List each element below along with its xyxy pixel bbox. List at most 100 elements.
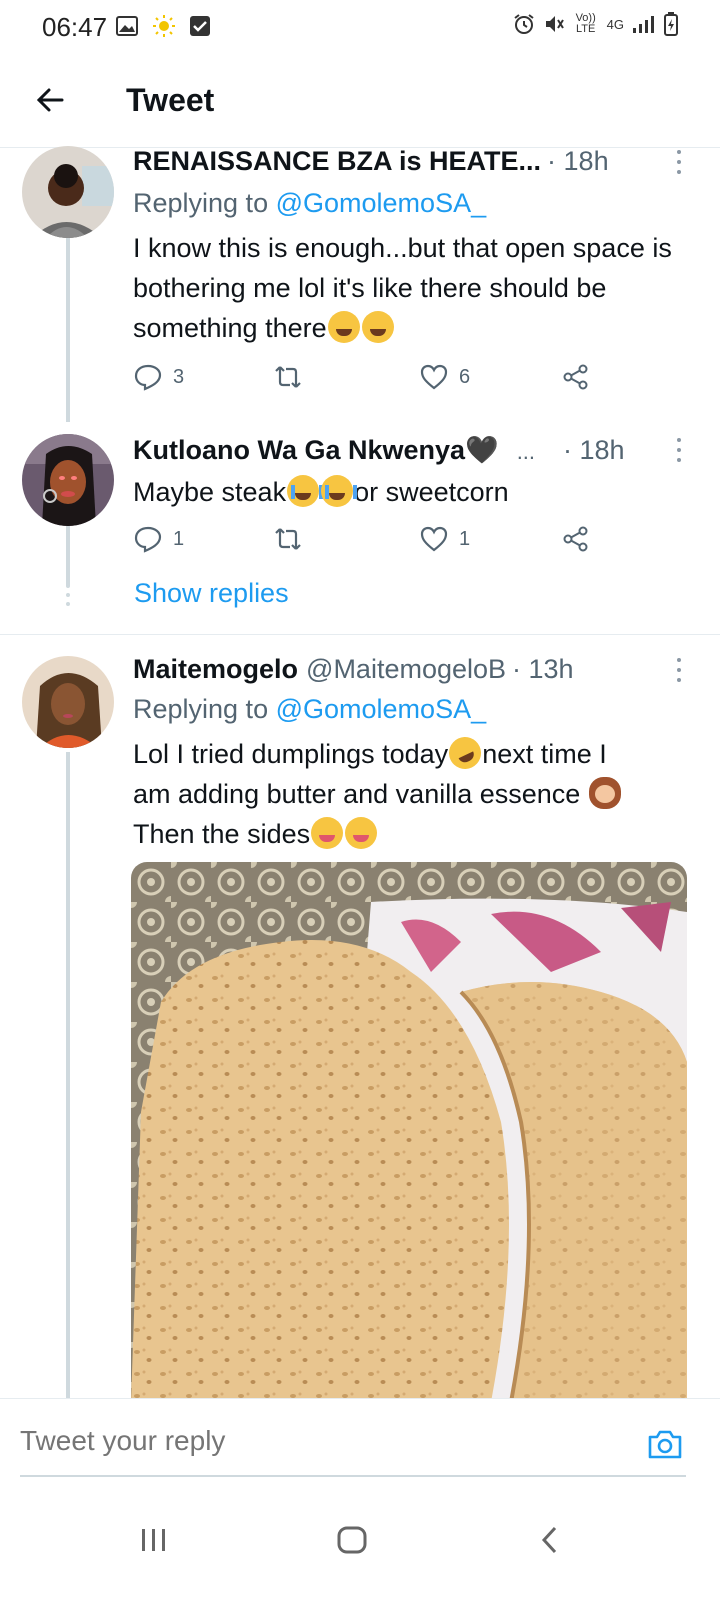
reply-tweet[interactable]: RENAISSANCE BZA is HEATE... · 18h Replyi… — [0, 140, 720, 422]
timestamp: · 18h — [563, 435, 625, 465]
tweet-actions: 1 1 — [133, 524, 613, 564]
reply-tweet[interactable]: Kutloano Wa Ga Nkwenya🖤 ... · 18h Maybe … — [0, 420, 720, 630]
tweet-text-content: Lol I tried dumplings today — [133, 739, 449, 769]
heart-icon — [420, 526, 448, 552]
status-time: 06:47 — [42, 12, 108, 42]
display-name[interactable]: Maitemogelo — [133, 654, 298, 685]
tweet-text: I know this is enough...but that open sp… — [133, 228, 680, 348]
input-underline — [20, 1475, 686, 1477]
name-truncation: ... — [516, 439, 536, 464]
replying-to-handle[interactable]: @GomolemoSA_ — [276, 188, 487, 218]
tweet-actions: 3 6 — [133, 362, 613, 402]
recent-apps-button[interactable] — [134, 1520, 174, 1560]
crying-face-emoji — [287, 475, 324, 507]
reply-count: 1 — [173, 527, 185, 550]
weary-face-emoji — [361, 311, 394, 343]
display-name[interactable]: RENAISSANCE BZA is HEATE... — [133, 146, 541, 177]
crying-face-emoji — [321, 475, 358, 507]
tweet-header: Maitemogelo @MaitemogeloB · 13h — [133, 654, 680, 685]
tweet-header: RENAISSANCE BZA is HEATE... · 18h — [133, 146, 680, 177]
timestamp: · 13h — [512, 654, 574, 684]
yum-face-emoji — [311, 817, 344, 849]
see-no-evil-monkey-emoji — [588, 777, 621, 809]
tweet-text: Maybe steak or sweetcorn — [133, 472, 680, 512]
signal-icon — [633, 16, 654, 33]
avatar[interactable] — [22, 434, 114, 526]
avatar[interactable] — [22, 146, 114, 238]
reply-icon — [134, 526, 162, 553]
thread-line — [66, 526, 70, 586]
status-right-icons: Vo)) LTE 4G — [513, 12, 678, 36]
replying-to: Replying to @GomolemoSA_ — [133, 694, 486, 725]
tweet-reply-input[interactable] — [20, 1425, 580, 1457]
recent-apps-icon — [142, 1529, 165, 1551]
share-icon — [563, 526, 588, 552]
like-count: 1 — [459, 527, 471, 550]
system-back-button[interactable] — [530, 1520, 570, 1560]
reply-composer — [0, 1398, 720, 1490]
retweet-button[interactable] — [273, 362, 303, 392]
reply-count: 3 — [173, 365, 185, 388]
heart-icon — [420, 364, 448, 390]
app-bar: Tweet — [0, 52, 720, 148]
status-bar: 06:47 Vo)) LTE 4G — [0, 0, 720, 52]
share-button[interactable] — [561, 524, 591, 554]
4g-icon: 4G — [606, 16, 624, 32]
tweet-text-content: Then the sides — [133, 819, 311, 849]
back-arrow-icon — [36, 88, 64, 112]
battery-icon — [664, 12, 678, 36]
tweet-text-content: or sweetcorn — [354, 477, 509, 507]
tweet-text-content: Maybe steak — [133, 477, 287, 507]
thread-line — [66, 752, 70, 1400]
replying-to-handle[interactable]: @GomolemoSA_ — [276, 694, 487, 724]
volte-icon: Vo)) LTE — [575, 12, 596, 35]
more-options-icon[interactable] — [672, 150, 686, 174]
tweet-text: Lol I tried dumplings today next time I a… — [133, 731, 680, 854]
back-button[interactable] — [28, 78, 72, 122]
like-button[interactable]: 1 — [419, 524, 470, 554]
reply-button[interactable]: 3 — [133, 362, 184, 392]
tweet-text-content: am adding butter and vanilla essence — [133, 779, 581, 809]
rofl-emoji — [443, 731, 487, 775]
retweet-icon — [275, 528, 301, 550]
brightness-icon — [153, 15, 175, 37]
tweet-photo[interactable] — [131, 862, 687, 1402]
reply-icon — [134, 364, 162, 391]
page-title: Tweet — [126, 82, 215, 118]
alarm-icon — [514, 14, 534, 34]
camera-icon — [648, 1430, 682, 1459]
user-handle[interactable]: @MaitemogeloB — [306, 654, 506, 685]
avatar[interactable] — [22, 656, 114, 748]
retweet-button[interactable] — [273, 524, 303, 554]
thread-dots — [66, 584, 70, 606]
chevron-left-icon — [541, 1526, 557, 1554]
camera-button[interactable] — [646, 1425, 684, 1463]
retweet-icon — [275, 366, 301, 388]
display-name[interactable]: Kutloano Wa Ga Nkwenya🖤 — [133, 434, 499, 466]
tweet-text-content: next time I — [482, 739, 607, 769]
replying-to-label: Replying to — [133, 694, 269, 724]
reply-button[interactable]: 1 — [133, 524, 184, 554]
divider — [0, 634, 720, 635]
timestamp: · 18h — [547, 146, 609, 176]
image-icon — [116, 16, 138, 36]
show-replies-link[interactable]: Show replies — [134, 578, 289, 609]
weary-face-emoji — [327, 311, 360, 343]
system-nav-bar — [0, 1490, 720, 1600]
status-left-icons — [116, 14, 210, 38]
home-icon — [337, 1526, 367, 1554]
replying-to-label: Replying to — [133, 188, 269, 218]
more-options-icon[interactable] — [672, 438, 686, 462]
share-icon — [563, 364, 588, 390]
tweet-header: Kutloano Wa Ga Nkwenya🖤 ... · 18h — [133, 434, 680, 466]
like-count: 6 — [459, 365, 471, 388]
home-button[interactable] — [332, 1520, 372, 1560]
more-options-icon[interactable] — [672, 658, 686, 682]
check-box-icon — [190, 16, 210, 36]
mute-icon — [545, 16, 564, 32]
like-button[interactable]: 6 — [419, 362, 470, 392]
tweet-text-content: I know this is enough...but that open sp… — [133, 233, 672, 343]
share-button[interactable] — [561, 362, 591, 392]
thread-line — [66, 236, 70, 422]
yum-face-emoji — [345, 817, 378, 849]
